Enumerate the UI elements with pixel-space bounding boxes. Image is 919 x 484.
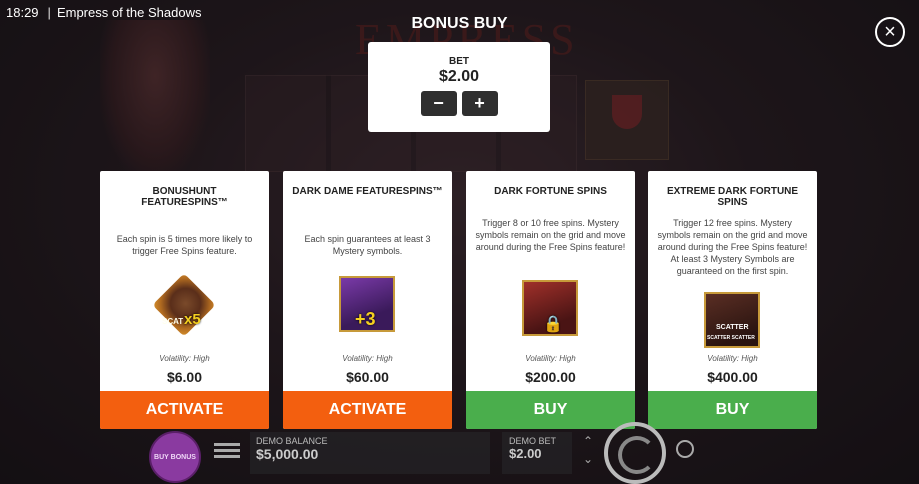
scatter-grid-icon: SCATTER SCATTER SCATTER: [704, 292, 760, 348]
card-title: BONUSHUNT FEATURESPINS™: [141, 186, 228, 208]
card-description: Trigger 8 or 10 free spins. Mystery symb…: [475, 218, 626, 252]
activate-button[interactable]: ACTIVATE: [100, 391, 269, 429]
bet-increase-button[interactable]: +: [461, 91, 498, 116]
scatter-wolf-icon: SCAT x5: [152, 273, 216, 337]
bonus-buy-title: BONUS BUY: [411, 15, 508, 32]
autoplay-icon[interactable]: [676, 440, 694, 458]
card-dark-dame: DARK DAME FEATURESPINS™ Each spin guaran…: [283, 171, 452, 429]
card-description: Each spin guarantees at least 3 Mystery …: [304, 234, 431, 256]
volatility-label: Volatility: High: [525, 354, 576, 363]
demo-bet-label: DEMO BET: [509, 436, 557, 446]
card-price: $200.00: [525, 369, 576, 385]
demo-balance: DEMO BALANCE $5,000.00: [250, 432, 490, 474]
card-price: $6.00: [166, 369, 203, 385]
card-price: $400.00: [707, 369, 758, 385]
demo-bet-value: $2.00: [509, 446, 542, 461]
bet-value: $2.00: [438, 68, 480, 85]
mystery-lock-icon: 🔒: [522, 280, 578, 336]
card-title: EXTREME DARK FORTUNE SPINS: [666, 186, 799, 208]
demo-balance-label: DEMO BALANCE: [256, 436, 328, 446]
bet-panel: BET $2.00 − +: [368, 42, 550, 132]
bet-adjust-icon[interactable]: ⌃ ⌄: [577, 432, 599, 472]
volatility-label: Volatility: High: [159, 354, 210, 363]
spin-icon[interactable]: [604, 422, 666, 484]
menu-icon[interactable]: [214, 440, 240, 462]
dark-dame-icon: +3: [339, 276, 395, 332]
buy-bonus-button[interactable]: BUY BONUS: [149, 431, 201, 483]
card-extreme-dark-fortune: EXTREME DARK FORTUNE SPINS Trigger 12 fr…: [648, 171, 817, 429]
card-title: DARK DAME FEATURESPINS™: [292, 186, 443, 197]
activate-button[interactable]: ACTIVATE: [283, 391, 452, 429]
bet-label: BET: [449, 56, 469, 67]
volatility-label: Volatility: High: [342, 354, 393, 363]
volatility-label: Volatility: High: [707, 354, 758, 363]
demo-balance-value: $5,000.00: [256, 446, 319, 462]
card-description: Trigger 12 free spins. Mystery symbols r…: [657, 218, 808, 276]
card-title: DARK FORTUNE SPINS: [494, 186, 607, 197]
bet-decrease-button[interactable]: −: [420, 91, 457, 116]
buy-button[interactable]: BUY: [466, 391, 635, 429]
demo-bet: DEMO BET $2.00: [502, 432, 572, 474]
card-dark-fortune: DARK FORTUNE SPINS Trigger 8 or 10 free …: [466, 171, 635, 429]
card-description: Each spin is 5 times more likely to trig…: [116, 234, 253, 256]
buy-button[interactable]: BUY: [648, 391, 817, 429]
card-price: $60.00: [346, 369, 389, 385]
card-bonushunt: BONUSHUNT FEATURESPINS™ Each spin is 5 t…: [100, 171, 269, 429]
